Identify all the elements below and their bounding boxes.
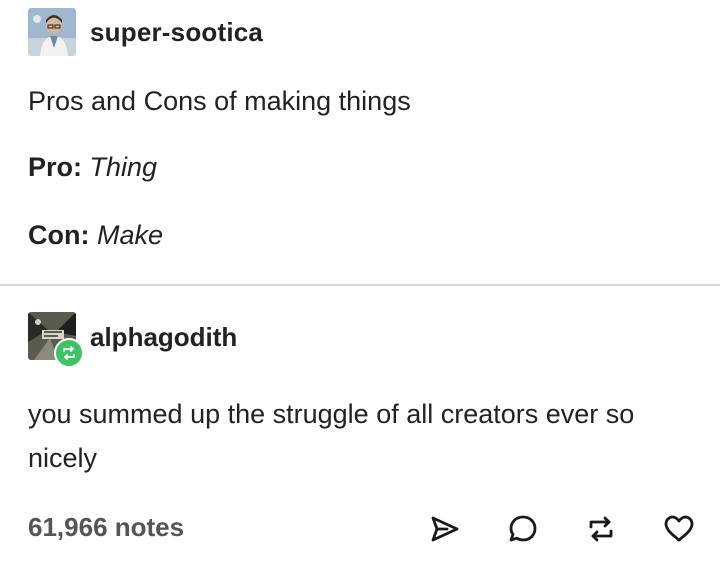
post-divider <box>0 284 720 286</box>
reblog-badge <box>54 338 84 368</box>
reblog-avatar-wrap[interactable] <box>28 312 84 368</box>
reblog-badge-icon <box>63 346 75 360</box>
post-header: super-sootica <box>28 8 263 56</box>
like-icon[interactable] <box>662 512 696 546</box>
reblog-icon[interactable] <box>584 512 618 546</box>
con-line: Con: Make <box>28 220 163 251</box>
reblog-username[interactable]: alphagodith <box>90 322 237 353</box>
pro-line: Pro: Thing <box>28 152 157 183</box>
reply-icon[interactable] <box>506 512 540 546</box>
pro-value: Thing <box>89 152 158 182</box>
notes-count[interactable]: 61,966 notes <box>28 512 184 543</box>
con-value: Make <box>97 220 164 250</box>
con-label: Con: <box>28 220 90 250</box>
post-title: Pros and Cons of making things <box>28 86 411 116</box>
post-username[interactable]: super-sootica <box>90 17 263 48</box>
reblog-header: alphagodith <box>28 312 237 368</box>
avatar[interactable] <box>28 8 76 56</box>
share-icon[interactable] <box>428 512 462 546</box>
pro-label: Pro: <box>28 152 82 182</box>
post-actions <box>428 512 696 546</box>
reblog-body: you summed up the struggle of all creato… <box>28 399 635 473</box>
